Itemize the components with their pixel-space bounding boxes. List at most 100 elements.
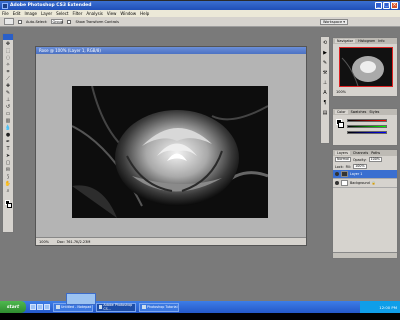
actions-panel-icon[interactable]: ▶ [321, 49, 329, 57]
tab-channels[interactable]: Channels [353, 151, 368, 155]
quick-launch [30, 304, 50, 310]
quick-launch-icon[interactable] [30, 304, 36, 310]
layer-name: Layer 1 [350, 172, 363, 176]
layer-row-background[interactable]: Background 🔒 [333, 179, 397, 188]
quick-launch-icon[interactable] [37, 304, 43, 310]
shape-tool-icon[interactable]: ▢ [3, 160, 13, 166]
magic-wand-tool-icon[interactable]: ✧ [3, 62, 13, 68]
menu-filter[interactable]: Filter [72, 11, 82, 16]
pen-tool-icon[interactable]: ✒ [3, 139, 13, 145]
menu-view[interactable]: View [107, 11, 117, 16]
canvas-area[interactable] [36, 54, 306, 237]
task-tutorial[interactable]: Photoshop Tutorial [139, 302, 179, 312]
workspace-button[interactable]: Workspace ▾ [320, 19, 348, 25]
show-transform-checkbox[interactable] [67, 19, 72, 24]
task-label: Adobe Photoshop CS... [103, 303, 133, 311]
type-tool-icon[interactable]: T [3, 146, 13, 152]
tab-swatches[interactable]: Swatches [351, 110, 367, 114]
auto-select-group-dropdown[interactable]: Group [51, 19, 64, 24]
gradient-tool-icon[interactable]: ▥ [3, 118, 13, 124]
maximize-button[interactable]: □ [383, 2, 390, 9]
dodge-tool-icon[interactable]: ● [3, 132, 13, 138]
path-selection-tool-icon[interactable]: ➤ [3, 153, 13, 159]
brush-tool-icon[interactable]: ✎ [3, 90, 13, 96]
history-brush-tool-icon[interactable]: ↺ [3, 104, 13, 110]
navigator-zoom[interactable]: 100% [336, 90, 346, 94]
blur-tool-icon[interactable]: 💧 [3, 125, 13, 131]
hand-tool-icon[interactable]: ✋ [3, 181, 13, 187]
menu-select[interactable]: Select [56, 11, 68, 16]
tab-color[interactable]: Color [335, 110, 348, 114]
crop-tool-icon[interactable]: ⌗ [3, 69, 13, 75]
layer-comps-panel-icon[interactable]: ▤ [321, 109, 329, 117]
menu-image[interactable]: Image [24, 11, 37, 16]
minimize-button[interactable]: _ [375, 2, 382, 9]
menu-bar: File Edit Image Layer Select Filter Anal… [0, 10, 400, 17]
paragraph-panel-icon[interactable]: ¶ [321, 99, 329, 107]
menu-layer[interactable]: Layer [41, 11, 52, 16]
screen-bottom-edge [0, 313, 400, 320]
rose-photo[interactable] [72, 86, 268, 218]
eyedropper-tool-icon[interactable]: ⟆ [3, 174, 13, 180]
fill-field[interactable]: 100% [353, 164, 367, 169]
layers-footer-buttons[interactable] [333, 252, 397, 258]
healing-brush-tool-icon[interactable]: ✚ [3, 83, 13, 89]
background-color-swatch[interactable] [7, 203, 12, 208]
tab-navigator[interactable]: Navigator [335, 39, 356, 43]
tab-paths[interactable]: Paths [371, 151, 380, 155]
start-button[interactable]: start [0, 301, 26, 313]
taskbar-hover-preview [66, 293, 96, 305]
menu-window[interactable]: Window [120, 11, 136, 16]
menu-edit[interactable]: Edit [13, 11, 21, 16]
color-panel-background-swatch[interactable] [338, 122, 344, 128]
move-tool-preset-icon[interactable] [4, 18, 14, 25]
slice-tool-icon[interactable]: ⟋ [3, 76, 13, 82]
brushes-panel-icon[interactable]: ✎ [321, 59, 329, 67]
tab-layers[interactable]: Layers [335, 151, 350, 155]
navigator-thumbnail[interactable] [339, 47, 393, 87]
lasso-tool-icon[interactable]: ◌ [3, 55, 13, 61]
start-label: start [6, 304, 20, 310]
task-photoshop[interactable]: Adobe Photoshop CS... [96, 302, 136, 312]
lock-icon: 🔒 [371, 181, 376, 185]
fill-label: Fill: [345, 164, 352, 169]
zoom-tool-icon[interactable]: ⌕ [3, 188, 13, 194]
tab-histogram[interactable]: Histogram [358, 39, 375, 43]
clone-source-panel-icon[interactable]: ⊥ [321, 79, 329, 87]
navigator-rose-image [340, 48, 392, 86]
menu-analysis[interactable]: Analysis [86, 11, 102, 16]
show-transform-label: Show Transform Controls [75, 19, 119, 24]
eye-icon[interactable] [335, 181, 339, 185]
notes-tool-icon[interactable]: ✉ [3, 167, 13, 173]
blend-mode-dropdown[interactable]: Normal [335, 157, 351, 162]
red-slider[interactable] [347, 119, 387, 122]
opacity-field[interactable]: 100% [368, 157, 382, 162]
menu-help[interactable]: Help [140, 11, 149, 16]
tool-presets-panel-icon[interactable]: ⚒ [321, 69, 329, 77]
menu-file[interactable]: File [2, 11, 9, 16]
clock[interactable]: 12:00 PM [379, 305, 397, 310]
marquee-tool-icon[interactable]: ⬚ [3, 48, 13, 54]
history-panel-icon[interactable]: ⟲ [321, 39, 329, 47]
rose-image [72, 86, 268, 218]
auto-select-checkbox[interactable] [18, 19, 22, 24]
tab-info[interactable]: Info [378, 39, 384, 43]
clone-stamp-tool-icon[interactable]: ⊥ [3, 97, 13, 103]
eraser-tool-icon[interactable]: ▭ [3, 111, 13, 117]
quick-launch-icon[interactable] [44, 304, 50, 310]
color-panel: Color Swatches Styles [332, 108, 398, 146]
blue-slider[interactable] [347, 131, 387, 134]
task-label: Untitled - Notepad [61, 305, 92, 309]
doc-info[interactable]: Doc: 761.7K/2.23M [57, 240, 90, 244]
move-tool-icon[interactable]: ✥ [3, 41, 13, 47]
layer-row-layer-1[interactable]: Layer 1 [333, 170, 397, 179]
character-panel-icon[interactable]: A [321, 89, 329, 97]
green-slider[interactable] [347, 125, 387, 128]
layer-thumbnail [341, 180, 348, 186]
document-title[interactable]: Rose @ 100% (Layer 1, RGB/8) [36, 47, 306, 54]
close-button[interactable]: × [391, 2, 398, 9]
layers-lock-row: Lock: Fill: 100% [333, 163, 397, 170]
zoom-level[interactable]: 100% [39, 240, 49, 244]
eye-icon[interactable] [335, 172, 339, 176]
tab-styles[interactable]: Styles [369, 110, 379, 114]
